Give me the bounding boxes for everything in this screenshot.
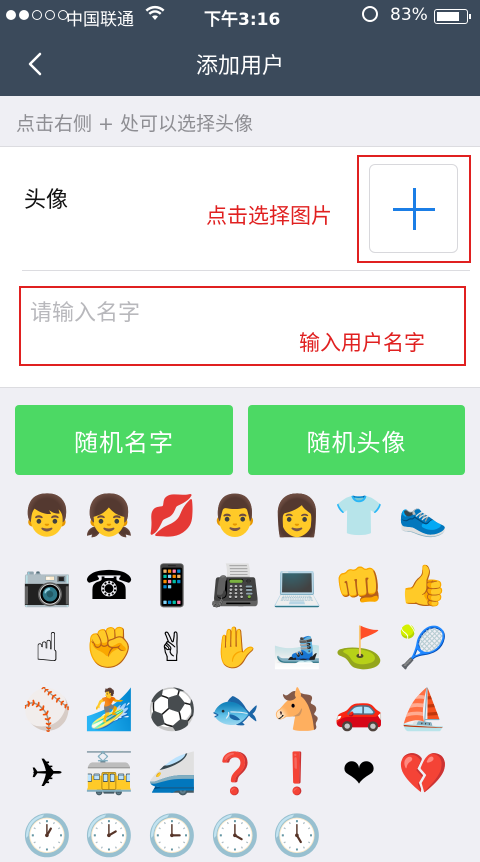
question-mark-emoji[interactable]: ❓ [209, 748, 261, 800]
status-bar: 中国联通 下午3:16 83% [0, 0, 480, 32]
plus-icon [413, 188, 416, 230]
girl-emoji[interactable]: 👧 [83, 490, 135, 542]
page-title: 添加用户 [195, 54, 284, 79]
name-input[interactable] [28, 292, 332, 334]
signal-strength-icon [6, 10, 68, 20]
train-emoji[interactable]: 🚄 [146, 748, 198, 800]
woman-emoji[interactable]: 👩 [271, 490, 323, 542]
victory-hand-emoji[interactable]: ✌ [146, 622, 198, 674]
shirt-emoji[interactable]: 👕 [333, 490, 385, 542]
clock-emoji[interactable]: 🕓 [209, 810, 261, 862]
random-name-button[interactable]: 随机名字 [15, 405, 233, 475]
heart-emoji[interactable]: ❤ [333, 748, 385, 800]
signal-dot [19, 10, 29, 20]
horse-emoji[interactable]: 🐴 [271, 684, 323, 736]
kiss-mark-emoji[interactable]: 💋 [146, 490, 198, 542]
fist-emoji[interactable]: 👊 [333, 560, 385, 612]
battery-icon [434, 9, 471, 24]
avatar-hint: 点击右侧 + 处可以选择头像 [16, 113, 253, 135]
wifi-icon [145, 4, 165, 26]
battery-percent: 83% [390, 5, 428, 25]
avatar-label: 头像 [24, 188, 69, 213]
point-up-emoji[interactable]: ☝ [21, 622, 73, 674]
random-avatar-button[interactable]: 随机头像 [248, 405, 465, 475]
broken-heart-emoji[interactable]: 💔 [397, 748, 449, 800]
camera-emoji[interactable]: 📷 [21, 560, 73, 612]
golf-emoji[interactable]: ⛳ [333, 622, 385, 674]
clock-emoji[interactable]: 🕑 [83, 810, 135, 862]
airplane-emoji[interactable]: ✈ [21, 748, 73, 800]
ski-emoji[interactable]: 🎿 [271, 622, 323, 674]
baseball-emoji[interactable]: ⚾ [21, 684, 73, 736]
surfer-emoji[interactable]: 🏄 [83, 684, 135, 736]
tram-emoji[interactable]: 🚋 [83, 748, 135, 800]
raised-hand-emoji[interactable]: ✋ [209, 622, 261, 674]
boy-emoji[interactable]: 👦 [21, 490, 73, 542]
computer-emoji[interactable]: 💻 [271, 560, 323, 612]
car-emoji[interactable]: 🚗 [333, 684, 385, 736]
divider [22, 270, 470, 271]
sailboat-emoji[interactable]: ⛵ [397, 684, 449, 736]
clock-emoji[interactable]: 🕐 [21, 810, 73, 862]
telephone-emoji[interactable]: ☎ [83, 560, 135, 612]
mobile-phone-emoji[interactable]: 📱 [146, 560, 198, 612]
clock-emoji[interactable]: 🕒 [146, 810, 198, 862]
user-form-card: 头像 点击选择图片 输入用户名字 [0, 146, 480, 388]
carrier-name: 中国联通 [66, 10, 134, 30]
thumbs-up-emoji[interactable]: 👍 [397, 560, 449, 612]
man-emoji[interactable]: 👨 [209, 490, 261, 542]
add-avatar-button[interactable] [369, 164, 458, 253]
rotation-lock-icon [362, 6, 378, 22]
shoe-emoji[interactable]: 👟 [397, 490, 449, 542]
soccer-ball-emoji[interactable]: ⚽ [146, 684, 198, 736]
fish-emoji[interactable]: 🐟 [209, 684, 261, 736]
tennis-emoji[interactable]: 🎾 [397, 622, 449, 674]
signal-dot [6, 10, 16, 20]
navigation-bar: 添加用户 [0, 32, 480, 96]
fax-emoji[interactable]: 📠 [209, 560, 261, 612]
status-time: 下午3:16 [204, 10, 281, 30]
enter-name-annotation: 输入用户名字 [299, 331, 425, 355]
raised-fist-emoji[interactable]: ✊ [83, 622, 135, 674]
battery-level [437, 12, 459, 21]
clock-emoji[interactable]: 🕔 [271, 810, 323, 862]
pick-image-annotation: 点击选择图片 [206, 204, 332, 228]
signal-dot [32, 10, 42, 20]
exclamation-mark-emoji[interactable]: ❗ [271, 748, 323, 800]
signal-dot [45, 10, 55, 20]
